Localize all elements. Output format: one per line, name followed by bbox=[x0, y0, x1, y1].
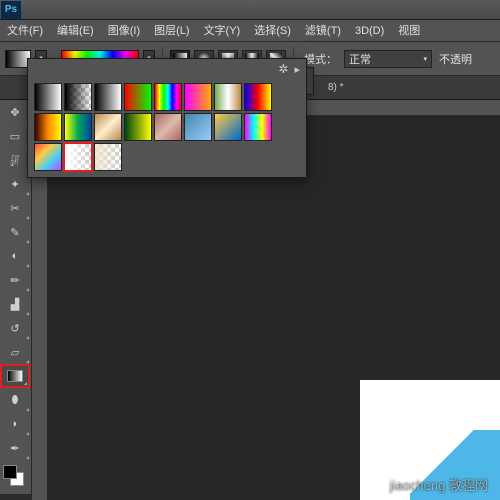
menu-select[interactable]: 选择(S) bbox=[247, 20, 298, 42]
eyedropper-tool[interactable]: ✎ bbox=[0, 220, 30, 244]
gradient-preset-swatch[interactable] bbox=[184, 113, 212, 141]
gradient-preset-swatch[interactable] bbox=[244, 83, 272, 111]
gradient-preset-swatch[interactable] bbox=[94, 113, 122, 141]
opacity-label: 不透明 bbox=[439, 51, 472, 67]
panel-menu-icon[interactable]: ▸ bbox=[294, 63, 300, 76]
marquee-tool[interactable]: ▭ bbox=[0, 124, 30, 148]
gradient-preset-swatch[interactable] bbox=[64, 113, 92, 141]
menu-image[interactable]: 图像(I) bbox=[101, 20, 147, 42]
gradient-preset-swatch[interactable] bbox=[64, 83, 92, 111]
eraser-tool[interactable]: ▱ bbox=[0, 340, 30, 364]
gradient-preset-swatch[interactable] bbox=[154, 83, 182, 111]
history-brush-tool[interactable]: ↺ bbox=[0, 316, 30, 340]
healing-brush-tool[interactable]: ◐ bbox=[0, 244, 30, 268]
mode-label: 模式： bbox=[304, 51, 337, 67]
preset-grid bbox=[28, 79, 288, 177]
gradient-preset-swatch[interactable] bbox=[94, 143, 122, 171]
gradient-preset-swatch[interactable] bbox=[64, 143, 92, 171]
gradient-preset-swatch[interactable] bbox=[154, 113, 182, 141]
menu-text[interactable]: 文字(Y) bbox=[197, 20, 248, 42]
blur-tool[interactable]: ⬮ bbox=[0, 388, 30, 412]
watermark-text: jiaocheng 教程网 bbox=[390, 475, 488, 494]
move-tool[interactable]: ✥ bbox=[0, 100, 30, 124]
gradient-preset-swatch[interactable] bbox=[214, 83, 242, 111]
dodge-tool[interactable]: ◗ bbox=[0, 412, 30, 436]
gradient-preset-swatch[interactable] bbox=[34, 143, 62, 171]
gradient-tool[interactable] bbox=[0, 364, 30, 388]
blend-mode-select[interactable]: 正常▾ bbox=[344, 50, 432, 68]
gradient-preset-swatch[interactable] bbox=[34, 113, 62, 141]
menu-edit[interactable]: 编辑(E) bbox=[50, 20, 101, 42]
gradient-preset-swatch[interactable] bbox=[34, 83, 62, 111]
menu-file[interactable]: 文件(F) bbox=[0, 20, 50, 42]
magic-wand-tool[interactable]: ✦ bbox=[0, 172, 30, 196]
crop-tool[interactable]: ✂ bbox=[0, 196, 30, 220]
title-bar: Ps bbox=[0, 0, 500, 20]
menu-filter[interactable]: 滤镜(T) bbox=[298, 20, 348, 42]
gradient-preset-swatch[interactable] bbox=[124, 83, 152, 111]
pen-tool[interactable]: ✒ bbox=[0, 436, 30, 460]
gradient-preset-swatch[interactable] bbox=[94, 83, 122, 111]
gear-icon[interactable]: ✲ bbox=[278, 62, 288, 76]
gradient-preset-swatch[interactable] bbox=[214, 113, 242, 141]
document-tab[interactable]: 8) * bbox=[320, 82, 352, 93]
brush-tool[interactable]: ✏ bbox=[0, 268, 30, 292]
app-logo: Ps bbox=[1, 1, 21, 19]
gradient-presets-panel: ✲ ▸ bbox=[27, 58, 307, 178]
gradient-preset-swatch[interactable] bbox=[124, 113, 152, 141]
menu-view[interactable]: 视图 bbox=[391, 20, 427, 42]
menu-bar: 文件(F) 编辑(E) 图像(I) 图层(L) 文字(Y) 选择(S) 滤镜(T… bbox=[0, 20, 500, 42]
lasso-tool[interactable]: 𓏞 bbox=[0, 148, 30, 172]
menu-layer[interactable]: 图层(L) bbox=[147, 20, 196, 42]
gradient-preset-swatch[interactable] bbox=[244, 113, 272, 141]
menu-3d[interactable]: 3D(D) bbox=[348, 20, 391, 42]
clone-stamp-tool[interactable]: ▟ bbox=[0, 292, 30, 316]
panel-tab-strip[interactable] bbox=[306, 67, 314, 95]
gradient-preset-swatch[interactable] bbox=[184, 83, 212, 111]
color-swatch[interactable] bbox=[0, 462, 30, 492]
